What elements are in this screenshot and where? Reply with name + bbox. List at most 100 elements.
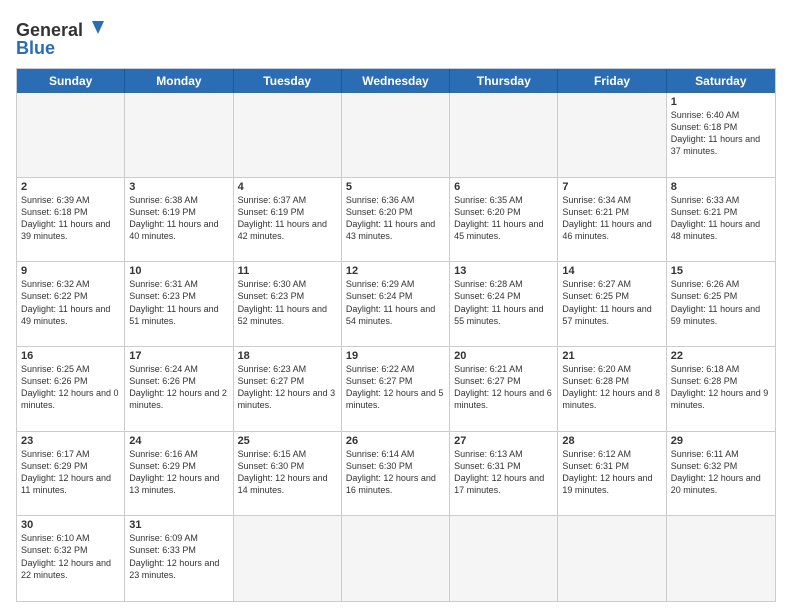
day-cell: 21Sunrise: 6:20 AM Sunset: 6:28 PM Dayli…	[558, 347, 666, 431]
day-number: 16	[21, 350, 120, 362]
day-info: Sunrise: 6:15 AM Sunset: 6:30 PM Dayligh…	[238, 448, 337, 497]
day-number: 27	[454, 435, 553, 447]
day-number: 24	[129, 435, 228, 447]
day-cell: 24Sunrise: 6:16 AM Sunset: 6:29 PM Dayli…	[125, 432, 233, 516]
week-row-2: 2Sunrise: 6:39 AM Sunset: 6:18 PM Daylig…	[17, 178, 775, 263]
day-cell: 10Sunrise: 6:31 AM Sunset: 6:23 PM Dayli…	[125, 262, 233, 346]
day-info: Sunrise: 6:10 AM Sunset: 6:32 PM Dayligh…	[21, 532, 120, 581]
day-number: 19	[346, 350, 445, 362]
day-cell	[450, 516, 558, 601]
day-number: 23	[21, 435, 120, 447]
day-cell	[450, 93, 558, 177]
day-cell: 5Sunrise: 6:36 AM Sunset: 6:20 PM Daylig…	[342, 178, 450, 262]
day-number: 5	[346, 181, 445, 193]
day-number: 31	[129, 519, 228, 531]
day-number: 4	[238, 181, 337, 193]
day-cell: 18Sunrise: 6:23 AM Sunset: 6:27 PM Dayli…	[234, 347, 342, 431]
week-row-1: 1Sunrise: 6:40 AM Sunset: 6:18 PM Daylig…	[17, 93, 775, 178]
day-cell: 25Sunrise: 6:15 AM Sunset: 6:30 PM Dayli…	[234, 432, 342, 516]
day-cell	[342, 516, 450, 601]
day-cell: 28Sunrise: 6:12 AM Sunset: 6:31 PM Dayli…	[558, 432, 666, 516]
day-info: Sunrise: 6:34 AM Sunset: 6:21 PM Dayligh…	[562, 194, 661, 243]
day-number: 17	[129, 350, 228, 362]
day-number: 22	[671, 350, 771, 362]
day-cell	[17, 93, 125, 177]
day-cell: 20Sunrise: 6:21 AM Sunset: 6:27 PM Dayli…	[450, 347, 558, 431]
day-info: Sunrise: 6:24 AM Sunset: 6:26 PM Dayligh…	[129, 363, 228, 412]
day-header-tuesday: Tuesday	[234, 69, 342, 93]
day-cell: 22Sunrise: 6:18 AM Sunset: 6:28 PM Dayli…	[667, 347, 775, 431]
week-row-4: 16Sunrise: 6:25 AM Sunset: 6:26 PM Dayli…	[17, 347, 775, 432]
day-cell: 30Sunrise: 6:10 AM Sunset: 6:32 PM Dayli…	[17, 516, 125, 601]
calendar-body: 1Sunrise: 6:40 AM Sunset: 6:18 PM Daylig…	[17, 93, 775, 601]
svg-text:Blue: Blue	[16, 38, 55, 58]
week-row-3: 9Sunrise: 6:32 AM Sunset: 6:22 PM Daylig…	[17, 262, 775, 347]
day-info: Sunrise: 6:23 AM Sunset: 6:27 PM Dayligh…	[238, 363, 337, 412]
day-number: 10	[129, 265, 228, 277]
day-info: Sunrise: 6:18 AM Sunset: 6:28 PM Dayligh…	[671, 363, 771, 412]
day-number: 1	[671, 96, 771, 108]
svg-text:General: General	[16, 20, 83, 40]
day-cell	[234, 93, 342, 177]
day-number: 12	[346, 265, 445, 277]
day-cell: 15Sunrise: 6:26 AM Sunset: 6:25 PM Dayli…	[667, 262, 775, 346]
day-number: 9	[21, 265, 120, 277]
day-number: 11	[238, 265, 337, 277]
day-info: Sunrise: 6:28 AM Sunset: 6:24 PM Dayligh…	[454, 278, 553, 327]
day-info: Sunrise: 6:25 AM Sunset: 6:26 PM Dayligh…	[21, 363, 120, 412]
day-cell	[125, 93, 233, 177]
day-info: Sunrise: 6:21 AM Sunset: 6:27 PM Dayligh…	[454, 363, 553, 412]
day-number: 18	[238, 350, 337, 362]
day-info: Sunrise: 6:11 AM Sunset: 6:32 PM Dayligh…	[671, 448, 771, 497]
day-header-thursday: Thursday	[450, 69, 558, 93]
day-cell: 23Sunrise: 6:17 AM Sunset: 6:29 PM Dayli…	[17, 432, 125, 516]
week-row-5: 23Sunrise: 6:17 AM Sunset: 6:29 PM Dayli…	[17, 432, 775, 517]
day-cell	[558, 516, 666, 601]
day-number: 20	[454, 350, 553, 362]
generalblue-logo-icon: General Blue	[16, 16, 106, 60]
logo: General Blue	[16, 16, 106, 60]
day-cell: 4Sunrise: 6:37 AM Sunset: 6:19 PM Daylig…	[234, 178, 342, 262]
day-number: 7	[562, 181, 661, 193]
day-header-sunday: Sunday	[17, 69, 125, 93]
day-info: Sunrise: 6:14 AM Sunset: 6:30 PM Dayligh…	[346, 448, 445, 497]
day-info: Sunrise: 6:35 AM Sunset: 6:20 PM Dayligh…	[454, 194, 553, 243]
day-number: 28	[562, 435, 661, 447]
day-cell: 14Sunrise: 6:27 AM Sunset: 6:25 PM Dayli…	[558, 262, 666, 346]
day-cell: 13Sunrise: 6:28 AM Sunset: 6:24 PM Dayli…	[450, 262, 558, 346]
calendar: SundayMondayTuesdayWednesdayThursdayFrid…	[16, 68, 776, 602]
day-cell: 27Sunrise: 6:13 AM Sunset: 6:31 PM Dayli…	[450, 432, 558, 516]
day-cell	[667, 516, 775, 601]
day-header-saturday: Saturday	[667, 69, 775, 93]
day-cell: 31Sunrise: 6:09 AM Sunset: 6:33 PM Dayli…	[125, 516, 233, 601]
day-info: Sunrise: 6:17 AM Sunset: 6:29 PM Dayligh…	[21, 448, 120, 497]
day-info: Sunrise: 6:33 AM Sunset: 6:21 PM Dayligh…	[671, 194, 771, 243]
day-cell	[234, 516, 342, 601]
day-cell: 9Sunrise: 6:32 AM Sunset: 6:22 PM Daylig…	[17, 262, 125, 346]
day-info: Sunrise: 6:31 AM Sunset: 6:23 PM Dayligh…	[129, 278, 228, 327]
day-number: 25	[238, 435, 337, 447]
day-info: Sunrise: 6:38 AM Sunset: 6:19 PM Dayligh…	[129, 194, 228, 243]
day-info: Sunrise: 6:27 AM Sunset: 6:25 PM Dayligh…	[562, 278, 661, 327]
day-info: Sunrise: 6:20 AM Sunset: 6:28 PM Dayligh…	[562, 363, 661, 412]
day-cell: 6Sunrise: 6:35 AM Sunset: 6:20 PM Daylig…	[450, 178, 558, 262]
day-info: Sunrise: 6:36 AM Sunset: 6:20 PM Dayligh…	[346, 194, 445, 243]
day-info: Sunrise: 6:26 AM Sunset: 6:25 PM Dayligh…	[671, 278, 771, 327]
day-number: 26	[346, 435, 445, 447]
calendar-page: General Blue SundayMondayTuesdayWednesda…	[0, 0, 792, 612]
day-cell: 12Sunrise: 6:29 AM Sunset: 6:24 PM Dayli…	[342, 262, 450, 346]
day-number: 2	[21, 181, 120, 193]
day-cell: 11Sunrise: 6:30 AM Sunset: 6:23 PM Dayli…	[234, 262, 342, 346]
day-cell: 17Sunrise: 6:24 AM Sunset: 6:26 PM Dayli…	[125, 347, 233, 431]
day-cell: 1Sunrise: 6:40 AM Sunset: 6:18 PM Daylig…	[667, 93, 775, 177]
day-info: Sunrise: 6:32 AM Sunset: 6:22 PM Dayligh…	[21, 278, 120, 327]
day-info: Sunrise: 6:30 AM Sunset: 6:23 PM Dayligh…	[238, 278, 337, 327]
day-info: Sunrise: 6:16 AM Sunset: 6:29 PM Dayligh…	[129, 448, 228, 497]
day-cell: 2Sunrise: 6:39 AM Sunset: 6:18 PM Daylig…	[17, 178, 125, 262]
day-cell: 7Sunrise: 6:34 AM Sunset: 6:21 PM Daylig…	[558, 178, 666, 262]
day-info: Sunrise: 6:09 AM Sunset: 6:33 PM Dayligh…	[129, 532, 228, 581]
day-info: Sunrise: 6:37 AM Sunset: 6:19 PM Dayligh…	[238, 194, 337, 243]
day-info: Sunrise: 6:40 AM Sunset: 6:18 PM Dayligh…	[671, 109, 771, 158]
day-cell: 16Sunrise: 6:25 AM Sunset: 6:26 PM Dayli…	[17, 347, 125, 431]
day-cell: 8Sunrise: 6:33 AM Sunset: 6:21 PM Daylig…	[667, 178, 775, 262]
